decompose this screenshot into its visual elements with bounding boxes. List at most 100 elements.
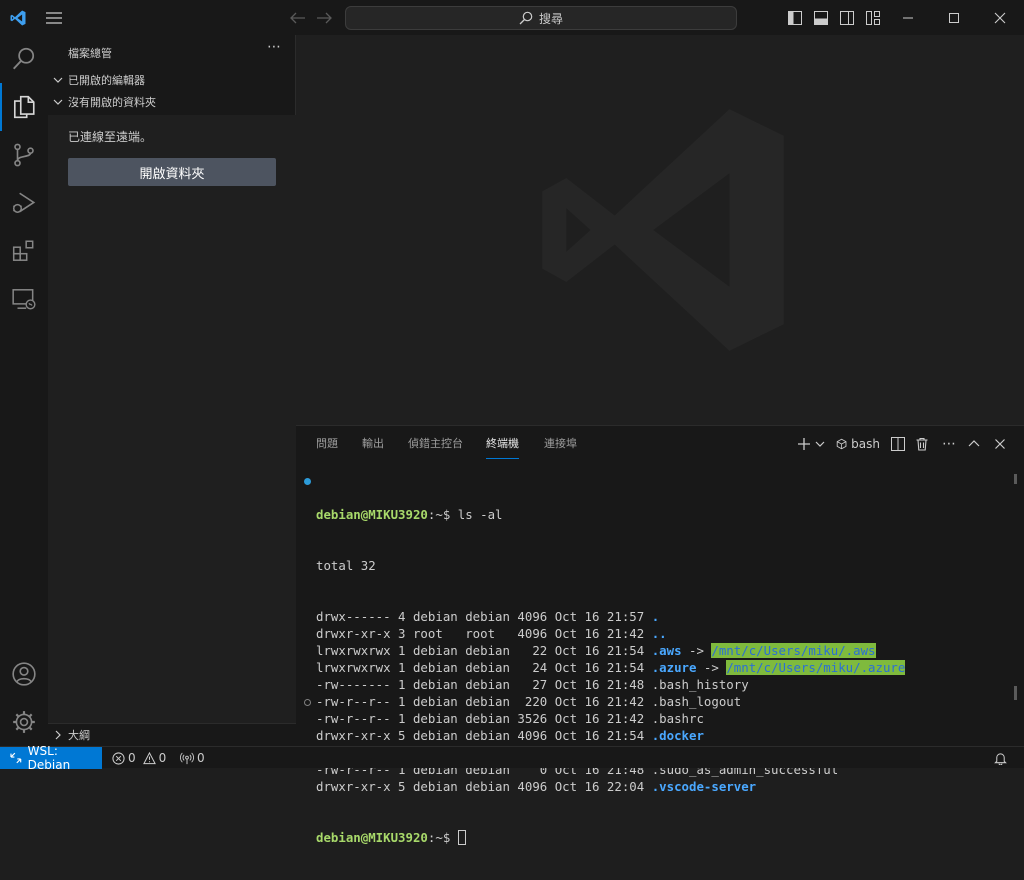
section-open-editors[interactable]: 已開啟的編輯器 bbox=[48, 69, 296, 91]
terminal-scroll-marker bbox=[1014, 686, 1017, 700]
maximize-icon[interactable] bbox=[942, 0, 966, 35]
split-terminal-icon[interactable] bbox=[890, 433, 906, 455]
files-icon bbox=[13, 95, 35, 119]
run-debug-icon bbox=[12, 192, 36, 213]
entry-meta: -rw------- 1 debian debian 27 Oct 16 21:… bbox=[316, 677, 652, 692]
chevron-down-icon bbox=[48, 97, 68, 107]
terminal-box-icon bbox=[836, 438, 847, 450]
ports-indicator[interactable]: 0 bbox=[180, 747, 205, 769]
sidebar-title: 檔案總管 bbox=[68, 47, 112, 60]
activity-bar bbox=[0, 35, 48, 746]
close-icon[interactable] bbox=[988, 0, 1012, 35]
forward-arrow-icon[interactable] bbox=[314, 0, 334, 35]
command-search-box[interactable]: 搜尋 bbox=[345, 6, 737, 30]
activity-search[interactable] bbox=[0, 35, 48, 83]
terminal-listing-line: lrwxrwxrwx 1 debian debian 24 Oct 16 21:… bbox=[316, 659, 906, 676]
maximize-panel-icon[interactable] bbox=[966, 433, 982, 455]
new-terminal-icon[interactable] bbox=[796, 433, 812, 455]
title-bar: 搜尋 bbox=[0, 0, 1024, 35]
remote-explorer-icon bbox=[12, 289, 36, 310]
link-target: /mnt/c/Users/miku/.aws bbox=[711, 643, 876, 658]
entry-name: . bbox=[651, 609, 660, 624]
tab-debug-console[interactable]: 偵錯主控台 bbox=[408, 435, 463, 459]
section-label: 已開啟的編輯器 bbox=[68, 74, 145, 87]
warning-icon bbox=[142, 751, 156, 764]
entry-meta: lrwxrwxrwx 1 debian debian 22 Oct 16 21:… bbox=[316, 643, 652, 658]
entry-meta: drwxr-xr-x 5 debian debian 4096 Oct 16 2… bbox=[316, 779, 652, 794]
activity-extensions[interactable] bbox=[0, 227, 48, 275]
terminal-prompt-line: debian@MIKU3920:~$ ls -al bbox=[316, 506, 905, 523]
activity-explorer[interactable] bbox=[0, 83, 48, 131]
tab-ports[interactable]: 連接埠 bbox=[544, 435, 577, 459]
minimize-icon[interactable] bbox=[896, 0, 920, 35]
terminal-listing-line: drwx------ 4 debian debian 4096 Oct 16 2… bbox=[316, 608, 905, 625]
entry-meta: drwxr-xr-x 5 debian debian 4096 Oct 16 2… bbox=[316, 728, 652, 743]
connected-remote-text: 已連線至遠端。 bbox=[68, 130, 153, 144]
tab-output[interactable]: 輸出 bbox=[362, 435, 384, 459]
close-panel-icon[interactable] bbox=[992, 433, 1008, 455]
entry-name: .bash_logout bbox=[651, 694, 742, 709]
chevron-down-icon[interactable] bbox=[814, 433, 826, 455]
sidebar-more-actions-icon[interactable]: ⋯ bbox=[264, 39, 284, 59]
vscode-logo-icon bbox=[8, 0, 28, 35]
terminal-listing-line: drwxr-xr-x 5 debian debian 4096 Oct 16 2… bbox=[316, 778, 905, 795]
entry-meta: -rw-r--r-- 1 debian debian 3526 Oct 16 2… bbox=[316, 711, 652, 726]
activity-run-debug[interactable] bbox=[0, 179, 48, 227]
terminal-listing-line: -rw-r--r-- 1 debian debian 3526 Oct 16 2… bbox=[316, 710, 905, 727]
open-folder-button[interactable]: 開啟資料夾 bbox=[68, 158, 276, 186]
entry-name: .docker bbox=[651, 728, 704, 743]
gear-icon bbox=[13, 711, 35, 733]
notifications-bell[interactable] bbox=[994, 747, 1007, 769]
terminal-cursor bbox=[457, 830, 466, 845]
entry-name: .. bbox=[651, 626, 667, 641]
no-folder-view bbox=[48, 115, 296, 723]
activity-remote-explorer[interactable] bbox=[0, 275, 48, 323]
tab-problems[interactable]: 問題 bbox=[316, 435, 338, 459]
bell-icon bbox=[994, 752, 1007, 765]
terminal-total-line: total 32 bbox=[316, 558, 376, 573]
toggle-primary-sidebar-icon[interactable] bbox=[786, 0, 804, 35]
terminal-selector[interactable]: bash bbox=[836, 433, 880, 455]
toggle-secondary-sidebar-icon[interactable] bbox=[838, 0, 856, 35]
entry-meta: -rw-r--r-- 1 debian debian 220 Oct 16 21… bbox=[316, 694, 652, 709]
more-actions-icon[interactable]: ⋯ bbox=[940, 433, 958, 455]
search-icon bbox=[12, 47, 35, 70]
terminal-output[interactable]: debian@MIKU3920:~$ ls -al total 32 drwx-… bbox=[316, 472, 906, 880]
remote-indicator[interactable]: WSL: Debian bbox=[0, 744, 102, 772]
trash-icon[interactable] bbox=[914, 433, 930, 455]
prompt-suffix: :~$ bbox=[427, 830, 458, 845]
prompt-suffix: :~$ bbox=[427, 507, 458, 522]
warning-count: 0 bbox=[158, 751, 167, 765]
entry-name: .azure bbox=[651, 660, 697, 675]
activity-accounts[interactable] bbox=[0, 650, 48, 698]
entry-name: .vscode-server bbox=[651, 779, 757, 794]
problems-indicator[interactable]: 0 0 bbox=[112, 747, 166, 769]
back-arrow-icon[interactable] bbox=[288, 0, 308, 35]
account-icon bbox=[12, 662, 36, 686]
activity-source-control[interactable] bbox=[0, 131, 48, 179]
customize-layout-icon[interactable] bbox=[864, 0, 882, 35]
menu-icon[interactable] bbox=[44, 0, 64, 35]
terminal-listing-line: -rw-r--r-- 1 debian debian 220 Oct 16 21… bbox=[316, 693, 905, 710]
link-arrow: -> bbox=[681, 643, 712, 658]
activity-manage[interactable] bbox=[0, 698, 48, 746]
terminal-listing-line: -rw------- 1 debian debian 27 Oct 16 21:… bbox=[316, 676, 905, 693]
editor-area[interactable] bbox=[296, 35, 1024, 425]
command-pending-marker bbox=[304, 699, 311, 706]
link-arrow: -> bbox=[696, 660, 727, 675]
section-no-folder[interactable]: 沒有開啟的資料夾 bbox=[48, 91, 296, 113]
entry-meta: drwx------ 4 debian debian 4096 Oct 16 2… bbox=[316, 609, 652, 624]
broadcast-icon bbox=[180, 752, 194, 764]
tab-terminal[interactable]: 終端機 bbox=[486, 435, 519, 459]
section-outline[interactable]: 大綱 bbox=[48, 723, 296, 746]
search-icon bbox=[519, 11, 533, 25]
entry-name: .bashrc bbox=[651, 711, 704, 726]
chevron-right-icon bbox=[48, 730, 68, 740]
command-success-marker bbox=[304, 478, 311, 485]
section-label: 沒有開啟的資料夾 bbox=[68, 96, 156, 109]
terminal-command: ls -al bbox=[457, 507, 503, 522]
toggle-panel-icon[interactable] bbox=[812, 0, 830, 35]
error-count: 0 bbox=[128, 751, 136, 765]
vscode-watermark-icon bbox=[542, 109, 784, 351]
terminal-scroll-marker bbox=[1014, 474, 1017, 484]
